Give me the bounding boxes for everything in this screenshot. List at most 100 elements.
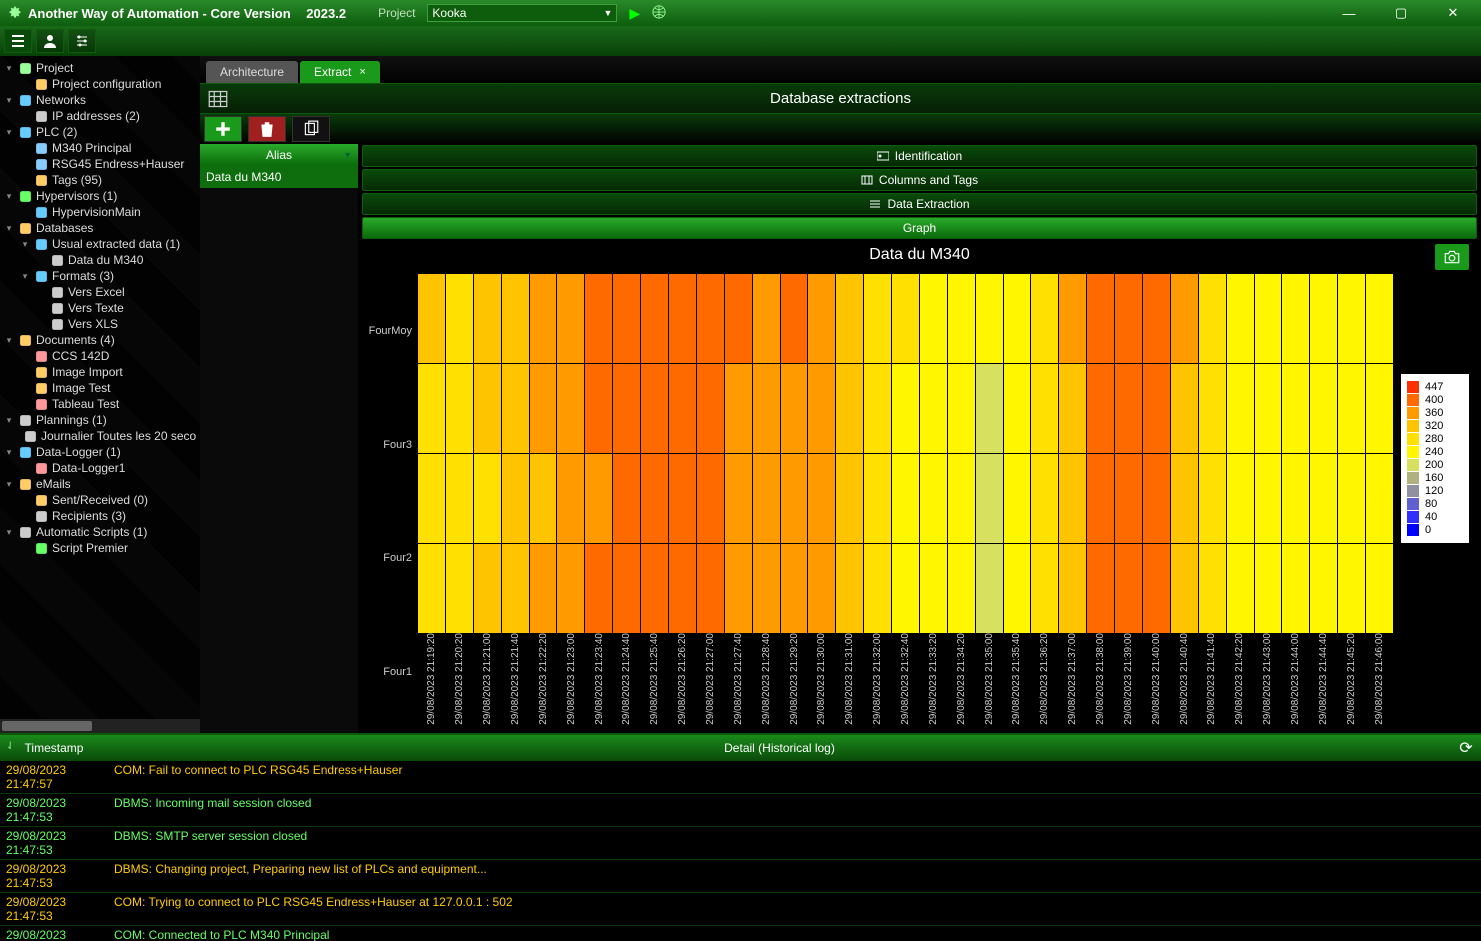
tree-node[interactable]: ▾Project [0,60,200,76]
legend-row: 40 [1407,511,1463,523]
tree-node[interactable]: Tags (95) [0,172,200,188]
log-row[interactable]: 29/08/2023 21:47:53DBMS: Incoming mail s… [0,794,1481,827]
log-timestamp-header[interactable]: ⇃Timestamp [0,741,108,755]
tree-node[interactable]: Vers XLS [0,316,200,332]
tree-node[interactable]: Project configuration [0,76,200,92]
tree-horizontal-scrollbar[interactable] [0,719,200,733]
tree-item-icon [18,189,32,203]
accordion-identification[interactable]: Identification [362,145,1477,167]
add-button[interactable] [204,116,242,142]
accordion-graph[interactable]: Graph [362,217,1477,239]
tree-node[interactable]: CCS 142D [0,348,200,364]
tree-item-label: RSG45 Endress+Hauser [52,157,184,171]
tree-node[interactable]: Recipients (3) [0,508,200,524]
heatmap-cell [1310,274,1337,363]
tab-extract[interactable]: Extract× [300,61,380,83]
project-selector[interactable]: Kooka▼ [427,4,617,22]
tree-toggle-icon[interactable]: ▾ [4,335,14,346]
tree-node[interactable]: ▾PLC (2) [0,124,200,140]
close-button[interactable]: ✕ [1433,5,1473,21]
tree-node[interactable]: ▾Networks [0,92,200,108]
tree-node[interactable]: Tableau Test [0,396,200,412]
tree-node[interactable]: Script Premier [0,540,200,556]
log-message: COM: Fail to connect to PLC RSG45 Endres… [114,763,1475,791]
tree-node[interactable]: Journalier Toutes les 20 seco [0,428,200,444]
tree-item-icon [34,509,48,523]
tree-toggle-icon[interactable]: ▾ [4,191,14,202]
heatmap-cell [1115,544,1142,633]
accordion-columns[interactable]: Columns and Tags [362,169,1477,191]
tree-node[interactable]: Vers Texte [0,300,200,316]
heatmap-cell [502,454,529,543]
tree-item-label: Automatic Scripts (1) [36,525,147,539]
log-row[interactable]: 29/08/2023 21:47:53DBMS: Changing projec… [0,860,1481,893]
log-row[interactable]: 29/08/2023 21:47:53COM: Trying to connec… [0,893,1481,926]
heatmap-cell [1004,454,1031,543]
log-row[interactable]: 29/08/2023 21:47:57COM: Fail to connect … [0,761,1481,794]
tree-toggle-icon[interactable]: ▾ [20,271,30,282]
x-axis-label: 29/08/2023 21:19:20 [418,633,446,729]
tree-toggle-icon[interactable]: ▾ [4,479,14,490]
tree-node[interactable]: Data du M340 [0,252,200,268]
tree-node[interactable]: ▾ Automatic Scripts (1) [0,524,200,540]
settings-button[interactable] [68,29,96,53]
tree-node[interactable]: ▾Formats (3) [0,268,200,284]
tree-item-label: Tags (95) [52,173,102,187]
tree-node[interactable]: RSG45 Endress+Hauser [0,156,200,172]
tree-item-icon [34,141,48,155]
tree-node[interactable]: Sent/Received (0) [0,492,200,508]
tab-architecture[interactable]: Architecture [206,61,298,83]
tree-node[interactable]: ▾Documents (4) [0,332,200,348]
tree-toggle-icon[interactable]: ▾ [4,415,14,426]
tree-node[interactable]: ▾Usual extracted data (1) [0,236,200,252]
tree-toggle-icon[interactable]: ▾ [4,223,14,234]
minimize-button[interactable]: — [1329,6,1369,21]
tree-item-icon [34,381,48,395]
user-button[interactable] [36,29,64,53]
tree-item-label: Sent/Received (0) [52,493,148,507]
tree-toggle-icon[interactable]: ▾ [4,527,14,538]
project-tree[interactable]: ▾ProjectProject configuration▾NetworksIP… [0,56,200,719]
run-button[interactable]: ▶ [629,5,640,22]
tree-node[interactable]: M340 Principal [0,140,200,156]
tree-node[interactable]: Image Test [0,380,200,396]
screenshot-button[interactable] [1435,244,1469,270]
tree-item-label: Script Premier [52,541,128,555]
globe-button[interactable] [652,5,666,22]
maximize-button[interactable]: ▢ [1381,5,1421,21]
tree-node[interactable]: ▾ Databases [0,220,200,236]
alias-header[interactable]: Alias▼ [200,144,358,166]
tree-node[interactable]: ▾Hypervisors (1) [0,188,200,204]
tree-node[interactable]: IP addresses (2) [0,108,200,124]
refresh-log-button[interactable]: ⟳ [1451,738,1481,758]
chart-area: FourMoyFour3Four2Four1 29/08/2023 21:19:… [358,270,1481,733]
close-tab-icon[interactable]: × [359,66,365,78]
log-detail-header[interactable]: Detail (Historical log) [108,741,1451,755]
sort-icon[interactable]: ▼ [343,150,352,160]
tree-item-label: Tableau Test [52,397,119,411]
delete-button[interactable] [248,116,286,142]
tree-node[interactable]: ▾Data-Logger (1) [0,444,200,460]
heatmap-cell [418,274,445,363]
tree-toggle-icon[interactable]: ▾ [4,63,14,74]
tree-item-icon [34,349,48,363]
log-timestamp: 29/08/2023 21:47:53 [6,895,114,923]
copy-button[interactable] [292,116,330,142]
log-row[interactable]: 29/08/2023 21:47:53COM: Connected to PLC… [0,926,1481,941]
tree-node[interactable]: ▾eMails [0,476,200,492]
accordion-extraction[interactable]: Data Extraction [362,193,1477,215]
tree-toggle-icon[interactable]: ▾ [20,239,30,250]
log-row[interactable]: 29/08/2023 21:47:53DBMS: SMTP server ses… [0,827,1481,860]
tree-toggle-icon[interactable]: ▾ [4,95,14,106]
extract-icon [869,198,881,210]
tree-item-label: Databases [36,221,93,235]
tree-toggle-icon[interactable]: ▾ [4,127,14,138]
tree-node[interactable]: Vers Excel [0,284,200,300]
tree-view-button[interactable] [4,29,32,53]
tree-node[interactable]: HypervisionMain [0,204,200,220]
alias-row[interactable]: Data du M340 [200,166,358,188]
tree-node[interactable]: Image Import [0,364,200,380]
tree-node[interactable]: ▾Plannings (1) [0,412,200,428]
tree-toggle-icon[interactable]: ▾ [4,447,14,458]
tree-node[interactable]: Data-Logger1 [0,460,200,476]
